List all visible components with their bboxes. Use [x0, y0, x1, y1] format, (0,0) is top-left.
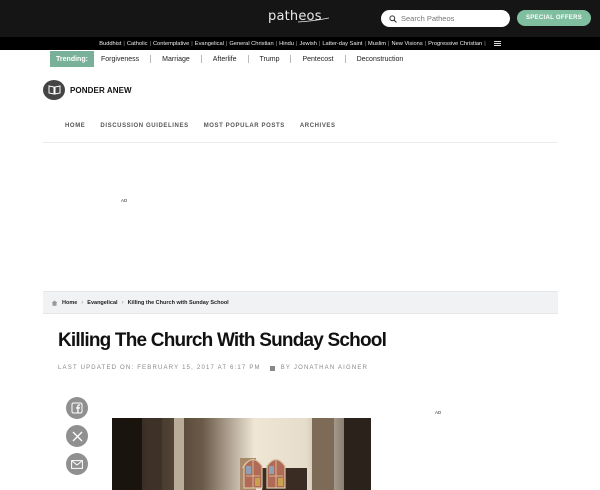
blog-nav: HOME DISCUSSION GUIDELINES MOST POPULAR … [65, 123, 351, 129]
trending-link[interactable]: Forgiveness [101, 56, 139, 63]
updated-date: LAST UPDATED ON: FEBRUARY 15, 2017 AT 6:… [58, 365, 261, 371]
share-x-button[interactable] [66, 425, 88, 447]
category-link[interactable]: Contemplative [153, 41, 189, 47]
divider: | [424, 40, 427, 47]
breadcrumb-home[interactable]: Home [62, 300, 77, 306]
chevron-right-icon: › [81, 299, 84, 306]
category-link[interactable]: Progressive Christian [428, 41, 482, 47]
divider: | [191, 40, 193, 47]
menu-icon[interactable] [493, 40, 501, 47]
category-link[interactable]: New Visions [391, 41, 422, 47]
category-link[interactable]: Buddhist [99, 41, 121, 47]
nav-discussion-guidelines[interactable]: DISCUSSION GUIDELINES [100, 123, 188, 129]
calendar-icon [269, 365, 275, 371]
trending-link[interactable]: Trump [260, 56, 280, 63]
email-icon [71, 459, 83, 469]
category-link[interactable]: Evangelical [195, 41, 224, 47]
divider: | [295, 40, 298, 47]
logo-swoosh-icon [297, 17, 330, 23]
search-input[interactable] [401, 14, 501, 23]
chevron-right-icon: › [121, 299, 124, 306]
ad-label: AD [435, 410, 442, 415]
breadcrumb-evangelical[interactable]: Evangelical [87, 300, 117, 306]
trending-link[interactable]: Marriage [162, 56, 190, 63]
divider [247, 55, 249, 63]
article-hero-image [112, 418, 371, 490]
trending-bar: Trending: Forgiveness Marriage Afterlife… [50, 51, 403, 67]
divider [150, 55, 152, 63]
divider: | [225, 40, 228, 47]
category-link[interactable]: General Christian [229, 41, 273, 47]
trending-link[interactable]: Afterlife [213, 56, 237, 63]
top-bar: patheos SPECIAL OFFERS [0, 0, 600, 37]
search-box[interactable] [381, 10, 510, 27]
facebook-icon [71, 402, 83, 414]
divider [200, 55, 202, 63]
divider [43, 142, 558, 143]
category-link[interactable]: Jewish [299, 41, 316, 47]
nav-archives[interactable]: ARCHIVES [300, 123, 336, 129]
category-link[interactable]: Catholic [127, 41, 148, 47]
divider: | [275, 40, 278, 47]
blog-name: PONDER ANEW [70, 85, 132, 95]
home-icon[interactable] [51, 300, 58, 306]
share-facebook-button[interactable] [66, 397, 88, 419]
divider: | [123, 40, 125, 47]
article-title: Killing The Church With Sunday School [58, 330, 387, 351]
article-meta: LAST UPDATED ON: FEBRUARY 15, 2017 AT 6:… [58, 365, 368, 371]
nav-home[interactable]: HOME [65, 123, 85, 129]
search-icon [389, 14, 397, 23]
church-interior-image [112, 418, 371, 490]
breadcrumb: Home › Evangelical › Killing the Church … [43, 291, 558, 314]
special-offers-button[interactable]: SPECIAL OFFERS [517, 10, 591, 26]
category-bar: Buddhist | Catholic | Contemplative | Evang… [0, 37, 600, 50]
trending-link[interactable]: Pentecost [302, 56, 333, 63]
nav-most-popular-posts[interactable]: MOST POPULAR POSTS [204, 123, 285, 129]
category-link[interactable]: Muslim [368, 41, 386, 47]
x-icon [72, 431, 82, 441]
breadcrumb-current: Killing the Church with Sunday School [127, 299, 229, 306]
trending-link[interactable]: Deconstruction [357, 56, 404, 63]
divider [290, 55, 292, 63]
category-link[interactable]: Hindu [279, 41, 294, 47]
author-byline[interactable]: BY JONATHAN AIGNER [281, 365, 368, 371]
divider: | [318, 40, 321, 47]
divider: | [388, 40, 390, 47]
divider: | [149, 40, 151, 47]
ad-label: AD [121, 198, 128, 203]
divider: | [484, 40, 486, 47]
divider [344, 55, 346, 63]
category-link[interactable]: Latter-day Saint [322, 41, 362, 47]
book-icon [43, 80, 65, 100]
share-email-button[interactable] [66, 453, 88, 475]
trending-label: Trending: [50, 51, 94, 67]
blog-brand[interactable]: PONDER ANEW [43, 80, 132, 100]
divider: | [364, 40, 366, 47]
